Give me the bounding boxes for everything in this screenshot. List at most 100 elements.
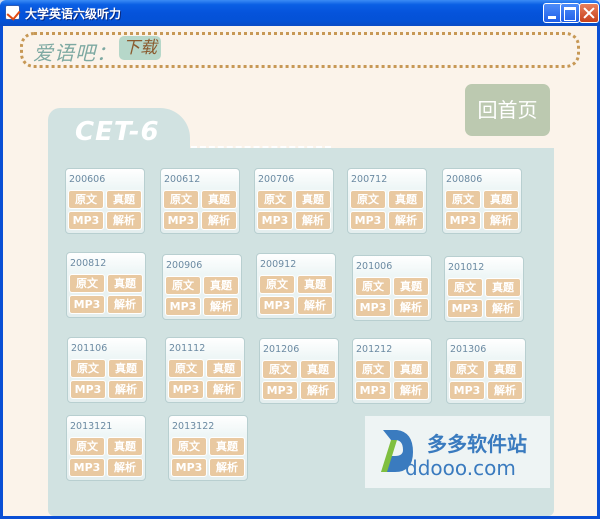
exam-button[interactable]: 真题 [483, 190, 519, 209]
exam-button[interactable]: 真题 [388, 190, 424, 209]
original-button[interactable]: 原文 [350, 190, 386, 209]
exam-button[interactable]: 真题 [107, 274, 143, 293]
brand-name: 爱语吧： [33, 41, 117, 65]
analysis-button[interactable]: 解析 [106, 211, 142, 230]
mp3-button[interactable]: MP3 [165, 297, 201, 316]
original-button[interactable]: 原文 [257, 190, 293, 209]
mp3-button[interactable]: MP3 [449, 381, 485, 400]
card-year-label: 201106 [71, 343, 108, 354]
mp3-button[interactable]: MP3 [259, 296, 295, 315]
exam-button[interactable]: 真题 [107, 437, 143, 456]
year-card: 200706 原文 真题 MP3 解析 [254, 168, 334, 234]
analysis-button[interactable]: 解析 [295, 211, 331, 230]
exam-button[interactable]: 真题 [201, 190, 237, 209]
year-card: 200612 原文 真题 MP3 解析 [160, 168, 240, 234]
exam-button[interactable]: 真题 [203, 276, 239, 295]
analysis-button[interactable]: 解析 [107, 295, 143, 314]
mp3-button[interactable]: MP3 [68, 211, 104, 230]
original-button[interactable]: 原文 [355, 277, 391, 296]
mp3-button[interactable]: MP3 [163, 211, 199, 230]
original-button[interactable]: 原文 [69, 437, 105, 456]
exam-button[interactable]: 真题 [295, 190, 331, 209]
analysis-button[interactable]: 解析 [388, 211, 424, 230]
mp3-button[interactable]: MP3 [262, 381, 298, 400]
close-button[interactable] [579, 3, 599, 23]
title-bar[interactable]: 大学英语六级听力 [0, 0, 600, 26]
mp3-button[interactable]: MP3 [168, 380, 204, 399]
exam-button[interactable]: 真题 [485, 278, 521, 297]
watermark: 多多软件站 ddooo.com [365, 416, 550, 488]
analysis-button[interactable]: 解析 [393, 381, 429, 400]
original-button[interactable]: 原文 [259, 275, 295, 294]
mp3-button[interactable]: MP3 [355, 298, 391, 317]
exam-button[interactable]: 真题 [393, 277, 429, 296]
analysis-button[interactable]: 解析 [300, 381, 336, 400]
year-card: 201212 原文 真题 MP3 解析 [352, 338, 432, 404]
original-button[interactable]: 原文 [165, 276, 201, 295]
card-year-label: 2013122 [172, 421, 215, 432]
home-button[interactable]: 回首页 [465, 84, 550, 136]
analysis-button[interactable]: 解析 [201, 211, 237, 230]
client-area: 爱语吧： 下载 回首页 CET-6 200606 原文 真题 MP3 解析 200612 原… [3, 26, 597, 516]
exam-button[interactable]: 真题 [297, 275, 333, 294]
year-card: 201106 原文 真题 MP3 解析 [67, 337, 147, 403]
original-button[interactable]: 原文 [163, 190, 199, 209]
exam-button[interactable]: 真题 [209, 437, 245, 456]
original-button[interactable]: 原文 [171, 437, 207, 456]
card-year-label: 201306 [450, 344, 487, 355]
original-button[interactable]: 原文 [445, 190, 481, 209]
card-year-label: 2013121 [70, 421, 113, 432]
exam-button[interactable]: 真题 [108, 359, 144, 378]
mp3-button[interactable]: MP3 [69, 458, 105, 477]
year-card: 200712 原文 真题 MP3 解析 [347, 168, 427, 234]
card-year-label: 200812 [70, 258, 107, 269]
exam-button[interactable]: 真题 [300, 360, 336, 379]
original-button[interactable]: 原文 [69, 274, 105, 293]
panel-tab-label: CET-6 [75, 117, 160, 147]
analysis-button[interactable]: 解析 [209, 458, 245, 477]
mp3-button[interactable]: MP3 [257, 211, 293, 230]
mp3-button[interactable]: MP3 [445, 211, 481, 230]
card-year-label: 200706 [258, 174, 295, 185]
analysis-button[interactable]: 解析 [206, 380, 242, 399]
analysis-button[interactable]: 解析 [485, 299, 521, 318]
analysis-button[interactable]: 解析 [297, 296, 333, 315]
year-card: 201206 原文 真题 MP3 解析 [259, 338, 339, 404]
mp3-button[interactable]: MP3 [447, 299, 483, 318]
mp3-button[interactable]: MP3 [69, 295, 105, 314]
app-icon [5, 5, 20, 20]
analysis-button[interactable]: 解析 [203, 297, 239, 316]
card-year-label: 200906 [166, 260, 203, 271]
original-button[interactable]: 原文 [355, 360, 391, 379]
mp3-button[interactable]: MP3 [171, 458, 207, 477]
mp3-button[interactable]: MP3 [355, 381, 391, 400]
analysis-button[interactable]: 解析 [107, 458, 143, 477]
exam-button[interactable]: 真题 [206, 359, 242, 378]
exam-button[interactable]: 真题 [106, 190, 142, 209]
download-link[interactable]: 下载 [119, 36, 161, 60]
maximize-button[interactable] [560, 3, 580, 23]
card-year-label: 200806 [446, 174, 483, 185]
year-card: 200812 原文 真题 MP3 解析 [66, 252, 146, 318]
card-year-label: 201212 [356, 344, 393, 355]
card-year-label: 200612 [164, 174, 201, 185]
exam-button[interactable]: 真题 [393, 360, 429, 379]
original-button[interactable]: 原文 [447, 278, 483, 297]
year-card: 200912 原文 真题 MP3 解析 [256, 253, 336, 319]
original-button[interactable]: 原文 [449, 360, 485, 379]
original-button[interactable]: 原文 [68, 190, 104, 209]
original-button[interactable]: 原文 [168, 359, 204, 378]
original-button[interactable]: 原文 [262, 360, 298, 379]
watermark-en: ddooo.com [405, 456, 516, 480]
exam-button[interactable]: 真题 [487, 360, 523, 379]
card-year-label: 201206 [263, 344, 300, 355]
year-card: 2013121 原文 真题 MP3 解析 [66, 415, 146, 481]
analysis-button[interactable]: 解析 [108, 380, 144, 399]
original-button[interactable]: 原文 [70, 359, 106, 378]
mp3-button[interactable]: MP3 [70, 380, 106, 399]
mp3-button[interactable]: MP3 [350, 211, 386, 230]
analysis-button[interactable]: 解析 [487, 381, 523, 400]
analysis-button[interactable]: 解析 [483, 211, 519, 230]
year-card: 201012 原文 真题 MP3 解析 [444, 256, 524, 322]
analysis-button[interactable]: 解析 [393, 298, 429, 317]
